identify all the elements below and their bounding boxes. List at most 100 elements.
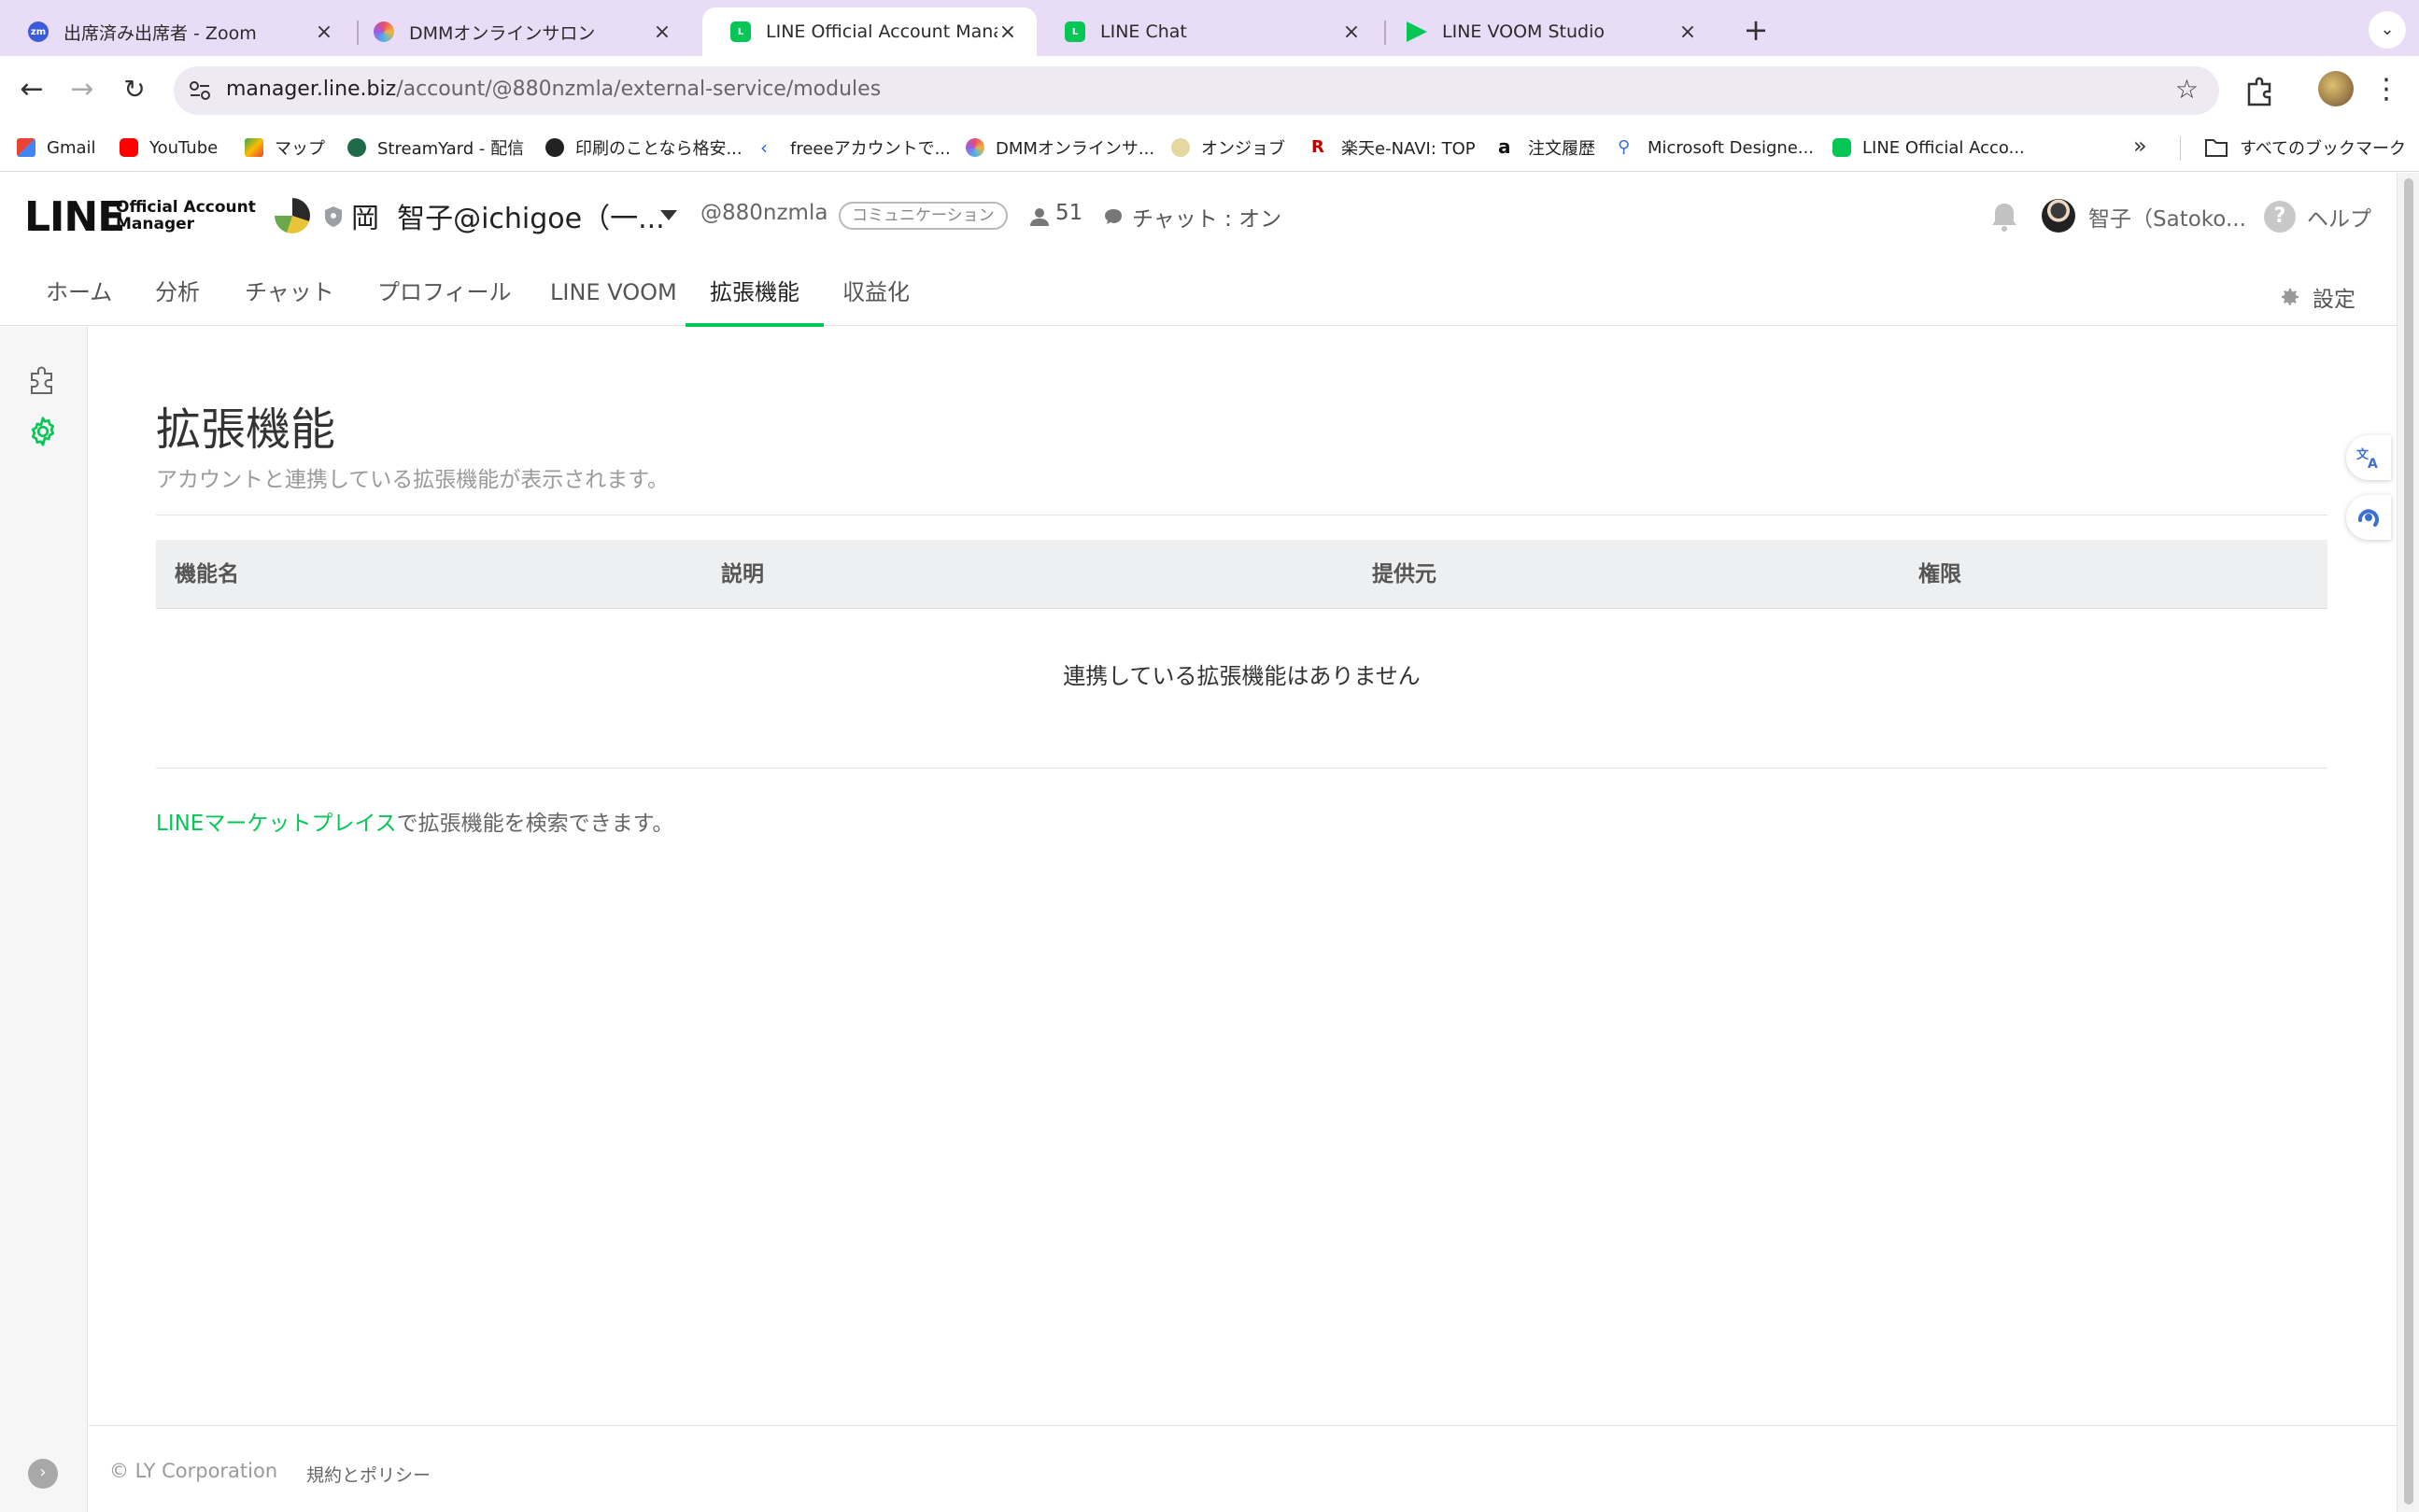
column-header-description: 説明 xyxy=(721,562,764,586)
bookmark-maps[interactable]: マップ xyxy=(245,134,325,161)
tab-search-button[interactable]: ⌄ xyxy=(2369,11,2406,49)
empty-table-message: 連携している拡張機能はありません xyxy=(1063,663,1421,689)
column-header-provider: 提供元 xyxy=(1372,562,1436,586)
tab-title: LINE Official Account Manage xyxy=(766,21,997,42)
main-nav: ホーム 分析 チャット プロフィール LINE VOOM 拡張機能 収益化 設定 xyxy=(0,259,2397,327)
browser-tab-line-chat[interactable]: L LINE Chat × xyxy=(1037,7,1380,56)
page-scrollbar[interactable] xyxy=(2397,173,2419,1512)
bookmark-star-icon[interactable]: ☆ xyxy=(2175,74,2199,105)
folder-icon xyxy=(2205,139,2228,157)
bookmark-gmail[interactable]: Gmail xyxy=(17,134,96,161)
user-name[interactable]: 智子（Satoko... xyxy=(2088,201,2246,233)
bookmark-microsoft-designer[interactable]: ⚲ Microsoft Designe... xyxy=(1618,134,1814,161)
close-icon[interactable]: × xyxy=(1341,21,1362,44)
line-logo[interactable]: LINE xyxy=(24,193,125,241)
tab-analytics[interactable]: 分析 xyxy=(153,259,202,326)
dmm-icon xyxy=(966,138,984,157)
user-avatar[interactable] xyxy=(2042,199,2075,233)
all-bookmarks-folder[interactable]: すべてのブックマーク xyxy=(2204,134,2406,161)
address-bar[interactable]: manager.line.biz/account/@880nzmla/exter… xyxy=(174,66,2219,115)
tab-home[interactable]: ホーム xyxy=(44,259,114,326)
translate-glyph-icon: 文 A xyxy=(2356,447,2378,470)
browser-tab-dmm[interactable]: DMMオンラインサロン × xyxy=(346,7,691,56)
shield-icon xyxy=(325,206,342,227)
search-icon: ⚲ xyxy=(1618,137,1631,157)
plan-badge: コミュニケーション xyxy=(839,202,1008,230)
reload-button[interactable]: ↻ xyxy=(116,71,153,108)
tab-line-voom[interactable]: LINE VOOM xyxy=(548,259,679,326)
marketplace-note-text: で拡張機能を検索できます。 xyxy=(396,812,674,836)
browser-tab-zoom[interactable]: zm 出席済み出席者 - Zoom × xyxy=(0,7,353,56)
gmail-icon xyxy=(17,138,35,157)
zoom-icon: zm xyxy=(28,21,49,42)
translate-icon[interactable]: 文 A xyxy=(2346,435,2391,480)
sidebar: › xyxy=(0,327,88,1512)
gear-icon[interactable] xyxy=(26,415,60,448)
assistant-icon[interactable] xyxy=(2346,495,2391,540)
rakuten-icon: R xyxy=(1311,137,1324,157)
new-tab-button[interactable]: + xyxy=(1737,11,1775,49)
footer: © LY Corporation 規約とポリシー xyxy=(89,1425,2397,1512)
bookmark-rakuten[interactable]: R 楽天e-NAVI: TOP xyxy=(1311,134,1476,161)
chevron-right-icon[interactable]: › xyxy=(28,1459,58,1489)
copyright: © LY Corporation xyxy=(109,1460,278,1482)
bookmark-streamyard[interactable]: StreamYard - 配信 xyxy=(347,134,524,161)
tab-extensions[interactable]: 拡張機能 xyxy=(686,259,824,327)
policy-link[interactable]: 規約とポリシー xyxy=(306,1462,431,1487)
tab-monetization[interactable]: 収益化 xyxy=(841,259,912,326)
app-header: LINE Official Account Manager 岡 智子@ichig… xyxy=(0,173,2397,259)
column-header-permissions: 権限 xyxy=(1918,562,1961,586)
bookmark-label: LINE Official Acco... xyxy=(1862,137,2025,158)
close-icon[interactable]: × xyxy=(997,21,1018,44)
bookmark-label: オンジョブ xyxy=(1201,139,1285,159)
gear-icon xyxy=(2282,289,2299,305)
bookmark-amazon[interactable]: a 注文履歴 xyxy=(1498,134,1595,161)
back-button[interactable]: ← xyxy=(13,71,50,108)
site-settings-icon[interactable] xyxy=(187,78,213,104)
close-icon[interactable]: × xyxy=(652,21,672,44)
account-name: 智子@ichigoe（一... xyxy=(397,203,665,235)
settings-link[interactable]: 設定 xyxy=(2279,281,2355,313)
forward-button[interactable]: → xyxy=(64,71,101,108)
account-switcher[interactable]: 岡 智子@ichigoe（一... xyxy=(351,195,665,236)
bell-icon[interactable] xyxy=(1989,201,2019,233)
puzzle-icon[interactable] xyxy=(26,362,60,396)
account-avatar[interactable] xyxy=(275,198,310,233)
bookmark-freee[interactable]: ‹ freeeアカウントで... xyxy=(760,134,951,161)
bookmark-print[interactable]: 印刷のことなら格安... xyxy=(545,134,743,161)
bookmark-onjob[interactable]: オンジョブ xyxy=(1171,134,1285,161)
extensions-icon[interactable] xyxy=(2242,71,2279,108)
friends-count: 51 xyxy=(1055,201,1083,225)
close-icon[interactable]: × xyxy=(1677,21,1698,44)
close-icon[interactable]: × xyxy=(314,21,334,44)
bookmarks-bar: Gmail YouTube マップ StreamYard - 配信 印刷のことな… xyxy=(0,123,2419,172)
browser-toolbar: ← → ↻ manager.line.biz/account/@880nzmla… xyxy=(0,56,2419,123)
help-link[interactable]: ヘルプ xyxy=(2307,201,2371,233)
bookmark-youtube[interactable]: YouTube xyxy=(120,134,218,161)
bookmark-label: 楽天e-NAVI: TOP xyxy=(1341,139,1476,159)
logo-subtitle-line-1: Official Account xyxy=(116,198,256,217)
bookmark-label: DMMオンラインサ... xyxy=(996,139,1155,159)
browser-tab-line-voom[interactable]: LINE VOOM Studio × xyxy=(1379,7,1717,56)
browser-menu-button[interactable]: ⋮ xyxy=(2372,71,2400,108)
bookmark-label: Gmail xyxy=(47,137,96,158)
tab-profile[interactable]: プロフィール xyxy=(375,259,514,326)
amazon-icon: a xyxy=(1498,135,1511,158)
chevron-down-icon[interactable] xyxy=(660,210,677,220)
bookmark-label: すべてのブックマーク xyxy=(2240,139,2407,159)
browser-tab-line-oa[interactable]: L LINE Official Account Manage × xyxy=(702,7,1037,56)
settings-label: 設定 xyxy=(2313,288,2355,312)
dmm-icon xyxy=(374,21,394,42)
scrollbar-thumb[interactable] xyxy=(2404,178,2413,1505)
chat-status[interactable]: チャット : オン xyxy=(1132,201,1281,233)
bookmark-dmm[interactable]: DMMオンラインサ... xyxy=(966,134,1154,161)
profile-avatar[interactable] xyxy=(2318,71,2354,106)
more-bookmarks-chevron-icon[interactable]: » xyxy=(2133,133,2147,159)
url-path: /account/@880nzmla/external-service/modu… xyxy=(396,78,882,101)
help-icon[interactable]: ? xyxy=(2264,201,2296,233)
bookmark-label: freeeアカウントで... xyxy=(790,139,951,159)
bookmark-line-oa[interactable]: LINE Official Acco... xyxy=(1832,134,2025,161)
tab-chat[interactable]: チャット xyxy=(243,259,336,326)
line-oa-icon: L xyxy=(1065,21,1085,42)
marketplace-link[interactable]: LINEマーケットプレイス xyxy=(156,812,397,836)
